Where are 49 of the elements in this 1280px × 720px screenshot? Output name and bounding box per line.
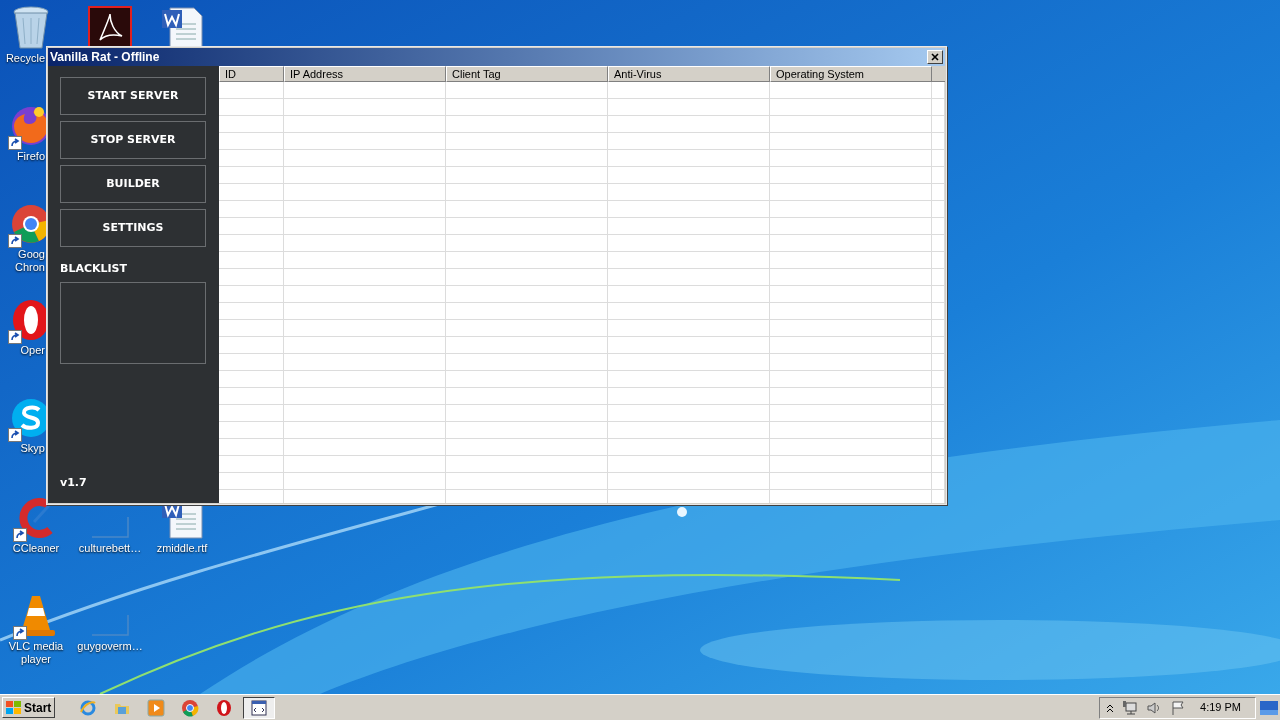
- shortcut-arrow-icon: [8, 428, 22, 442]
- shortcut-arrow-icon: [8, 330, 22, 344]
- file-icon: [91, 516, 129, 538]
- icon-label: Goog: [18, 248, 46, 261]
- icon-label: guygoverm…: [77, 640, 143, 653]
- recycle-bin-icon: [11, 6, 51, 50]
- shortcut-arrow-icon: [8, 234, 22, 248]
- icon-label: Firefo: [16, 150, 46, 163]
- chevron-up-icon[interactable]: [1106, 702, 1115, 713]
- column-header[interactable]: Client Tag: [446, 66, 608, 82]
- taskbar-app-button[interactable]: [243, 696, 276, 719]
- icon-label: Oper: [20, 344, 46, 357]
- sidebar-button[interactable]: SETTINGS: [60, 209, 206, 247]
- icon-label: zmiddle.rtf: [156, 542, 208, 555]
- sidebar-button[interactable]: START SERVER: [60, 77, 206, 115]
- blacklist-box[interactable]: [60, 281, 206, 364]
- sidebar-button[interactable]: STOP SERVER: [60, 121, 206, 159]
- section-label: BLACKLIST: [60, 261, 129, 277]
- column-header[interactable]: Operating System: [770, 66, 932, 82]
- clock[interactable]: 4:19 PM: [1200, 699, 1241, 716]
- icon-label: CCleaner: [12, 542, 60, 555]
- close-button[interactable]: [927, 50, 943, 64]
- windows-logo-icon: [6, 700, 22, 715]
- start-button[interactable]: Start: [2, 697, 56, 718]
- window-icon: [250, 698, 269, 717]
- network-icon[interactable]: [1122, 699, 1139, 716]
- column-header[interactable]: IP Address: [284, 66, 446, 82]
- file-icon: [91, 614, 129, 636]
- sidebar-button[interactable]: BUILDER: [60, 165, 206, 203]
- ie-icon: [79, 698, 98, 717]
- shortcut-arrow-icon: [8, 136, 22, 150]
- column-header[interactable]: Anti-Virus: [608, 66, 770, 82]
- show-desktop-icon[interactable]: [1260, 700, 1278, 715]
- opera-icon: [215, 698, 234, 717]
- window-title: Vanilla Rat - Offline: [50, 51, 160, 63]
- icon-label: VLC media: [8, 640, 64, 653]
- chrome-icon: [181, 698, 200, 717]
- icon-label: player: [21, 653, 51, 666]
- icon-label: Recycle: [5, 52, 46, 65]
- shortcut-arrow-icon: [13, 528, 27, 542]
- icon-label: culturebett…: [78, 542, 142, 555]
- shortcut-arrow-icon: [13, 626, 27, 640]
- icon-label: Skyp: [20, 442, 46, 455]
- version-label: v1.7: [60, 474, 88, 491]
- column-header[interactable]: ID: [219, 66, 284, 82]
- icon-label: Chron: [15, 261, 46, 274]
- flag-icon[interactable]: [1170, 699, 1187, 716]
- play-icon: [147, 698, 166, 717]
- close-icon: [931, 53, 939, 61]
